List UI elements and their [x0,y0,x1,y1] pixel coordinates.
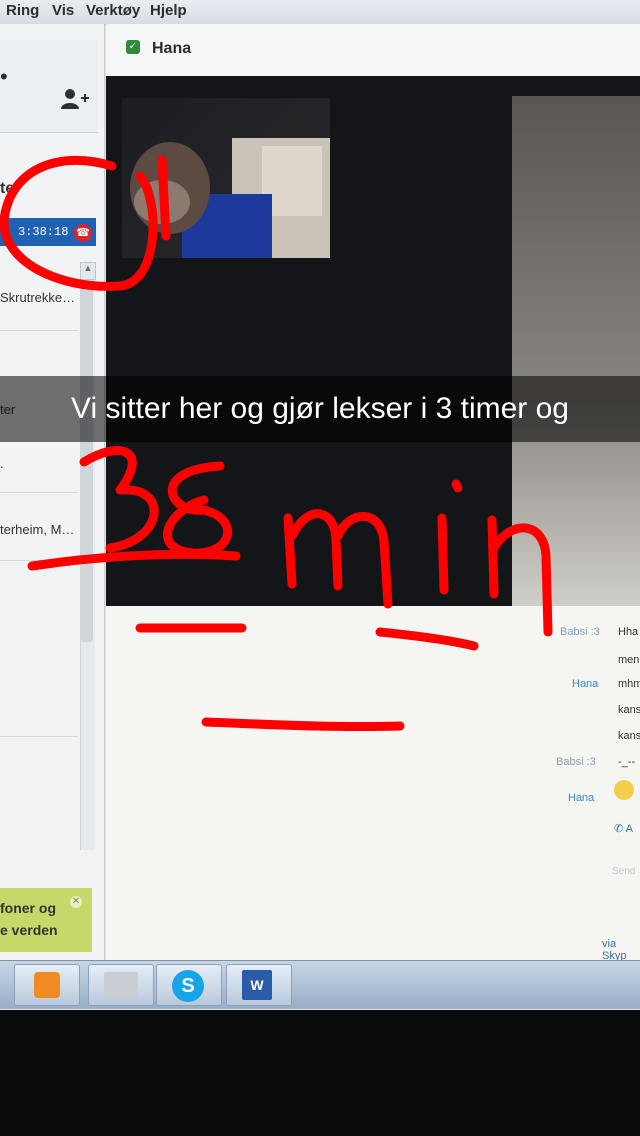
digit-three [79,446,159,553]
dash-3 [201,717,405,732]
red-scribble-drawing [0,155,553,732]
letter-n [487,515,553,637]
circle-around-timer [0,155,158,291]
digit-eight [162,461,233,558]
i-dot [451,479,463,493]
scribble-strokes [0,155,553,732]
dash-2 [375,627,479,651]
letter-m [283,509,393,609]
scribble-mark [157,155,171,241]
letter-i [437,513,449,595]
underline-38 [27,549,241,571]
